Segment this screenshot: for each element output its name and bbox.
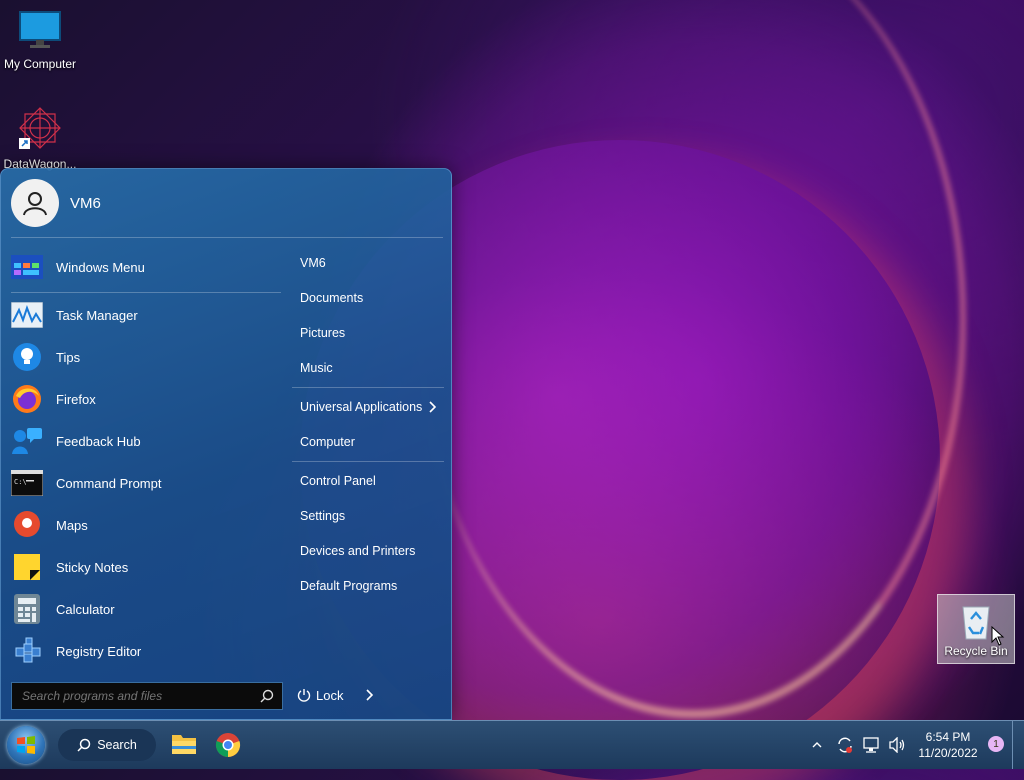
show-desktop-button[interactable] (1012, 721, 1024, 769)
system-tray (812, 721, 907, 769)
network-icon[interactable] (863, 737, 881, 753)
taskbar-file-explorer[interactable] (170, 731, 198, 759)
right-item-label: Universal Applications (300, 400, 423, 414)
firefox-icon (11, 383, 43, 415)
show-hidden-icons-chevron-icon[interactable] (812, 741, 822, 749)
windows-logo-icon (17, 736, 35, 754)
desktop-icon-my-computer[interactable]: My Computer (0, 10, 80, 71)
calculator-icon (11, 593, 43, 625)
divider (11, 292, 281, 293)
program-task-manager[interactable]: Task Manager (11, 296, 281, 334)
tips-icon (11, 341, 43, 373)
divider (292, 461, 444, 462)
feedback-hub-icon (11, 425, 43, 457)
program-tips[interactable]: Tips (11, 338, 281, 376)
right-item-devices-and-printers[interactable]: Devices and Printers (300, 544, 415, 558)
mouse-cursor-icon (991, 626, 1005, 646)
taskbar-chrome[interactable] (214, 731, 242, 759)
right-item-music[interactable]: Music (300, 361, 333, 375)
power-options-chevron-icon[interactable] (365, 689, 375, 701)
registry-editor-icon (11, 635, 43, 667)
search-icon (77, 738, 91, 752)
user-name: VM6 (70, 194, 101, 212)
user-avatar-icon[interactable] (11, 179, 59, 227)
program-label: Registry Editor (56, 643, 142, 659)
right-item-documents[interactable]: Documents (300, 291, 363, 305)
maps-icon (11, 509, 43, 541)
search-icon[interactable] (260, 689, 274, 703)
chevron-right-icon (429, 401, 437, 413)
right-item-pictures[interactable]: Pictures (300, 326, 345, 340)
start-button[interactable] (7, 726, 45, 764)
task-manager-icon (11, 299, 43, 331)
lock-label: Lock (316, 687, 344, 703)
program-label: Command Prompt (56, 475, 162, 491)
command-prompt-icon: C:\ (11, 467, 43, 499)
recycle-bin-label: Recycle Bin (944, 644, 1008, 658)
windows-menu-icon (11, 251, 43, 283)
right-item-control-panel[interactable]: Control Panel (300, 474, 376, 488)
right-item-vm6[interactable]: VM6 (300, 256, 326, 270)
program-label: Maps (56, 517, 88, 533)
divider (11, 237, 443, 238)
start-search-input[interactable] (12, 688, 260, 704)
program-registry-editor[interactable]: Registry Editor (11, 632, 281, 670)
program-label: Tips (56, 349, 81, 365)
power-icon (297, 689, 311, 702)
program-label: Sticky Notes (56, 559, 129, 575)
program-label: Firefox (56, 391, 96, 407)
taskbar-clock[interactable]: 6:54 PM 11/20/2022 (912, 729, 984, 761)
pinned-windows-menu[interactable]: Windows Menu (11, 248, 281, 286)
divider (292, 387, 444, 388)
chrome-icon (215, 733, 241, 758)
desktop-icon-label: My Computer (3, 57, 77, 71)
user-header[interactable]: VM6 (11, 179, 101, 227)
program-firefox[interactable]: Firefox (11, 380, 281, 418)
start-menu: VM6 Windows Menu Task Manager Tips Firef… (0, 168, 452, 720)
monitor-icon (19, 11, 61, 48)
file-explorer-icon (172, 735, 196, 754)
program-label: Calculator (56, 601, 115, 617)
right-item-computer[interactable]: Computer (300, 435, 355, 449)
right-item-universal-applications[interactable]: Universal Applications (300, 400, 438, 414)
sync-icon[interactable] (836, 736, 854, 754)
clock-time: 6:54 PM (925, 730, 971, 744)
program-feedback-hub[interactable]: Feedback Hub (11, 422, 281, 460)
program-label: Feedback Hub (56, 433, 141, 449)
program-calculator[interactable]: Calculator (11, 590, 281, 628)
sticky-notes-icon (11, 551, 43, 583)
taskbar: Search 6:54 PM 11/20/2022 (0, 720, 1024, 769)
program-label: Task Manager (56, 307, 138, 323)
volume-icon[interactable] (889, 737, 907, 753)
desktop-icon-datawagon[interactable]: DataWagon... (0, 106, 80, 171)
svg-text:C:\: C:\ (14, 478, 27, 486)
right-item-default-programs[interactable]: Default Programs (300, 579, 397, 593)
program-sticky-notes[interactable]: Sticky Notes (11, 548, 281, 586)
recycle-bin-icon (962, 606, 990, 640)
lock-button[interactable]: Lock (297, 683, 343, 707)
datawagon-shortcut-icon (19, 107, 61, 149)
program-command-prompt[interactable]: C:\ Command Prompt (11, 464, 281, 502)
clock-date: 11/20/2022 (918, 746, 978, 760)
start-search-box[interactable] (11, 682, 283, 710)
taskbar-search-label: Search (97, 738, 137, 752)
notification-badge[interactable]: 1 (988, 736, 1004, 752)
taskbar-search-button[interactable]: Search (58, 729, 156, 761)
program-maps[interactable]: Maps (11, 506, 281, 544)
pinned-label: Windows Menu (56, 259, 145, 275)
right-item-settings[interactable]: Settings (300, 509, 345, 523)
